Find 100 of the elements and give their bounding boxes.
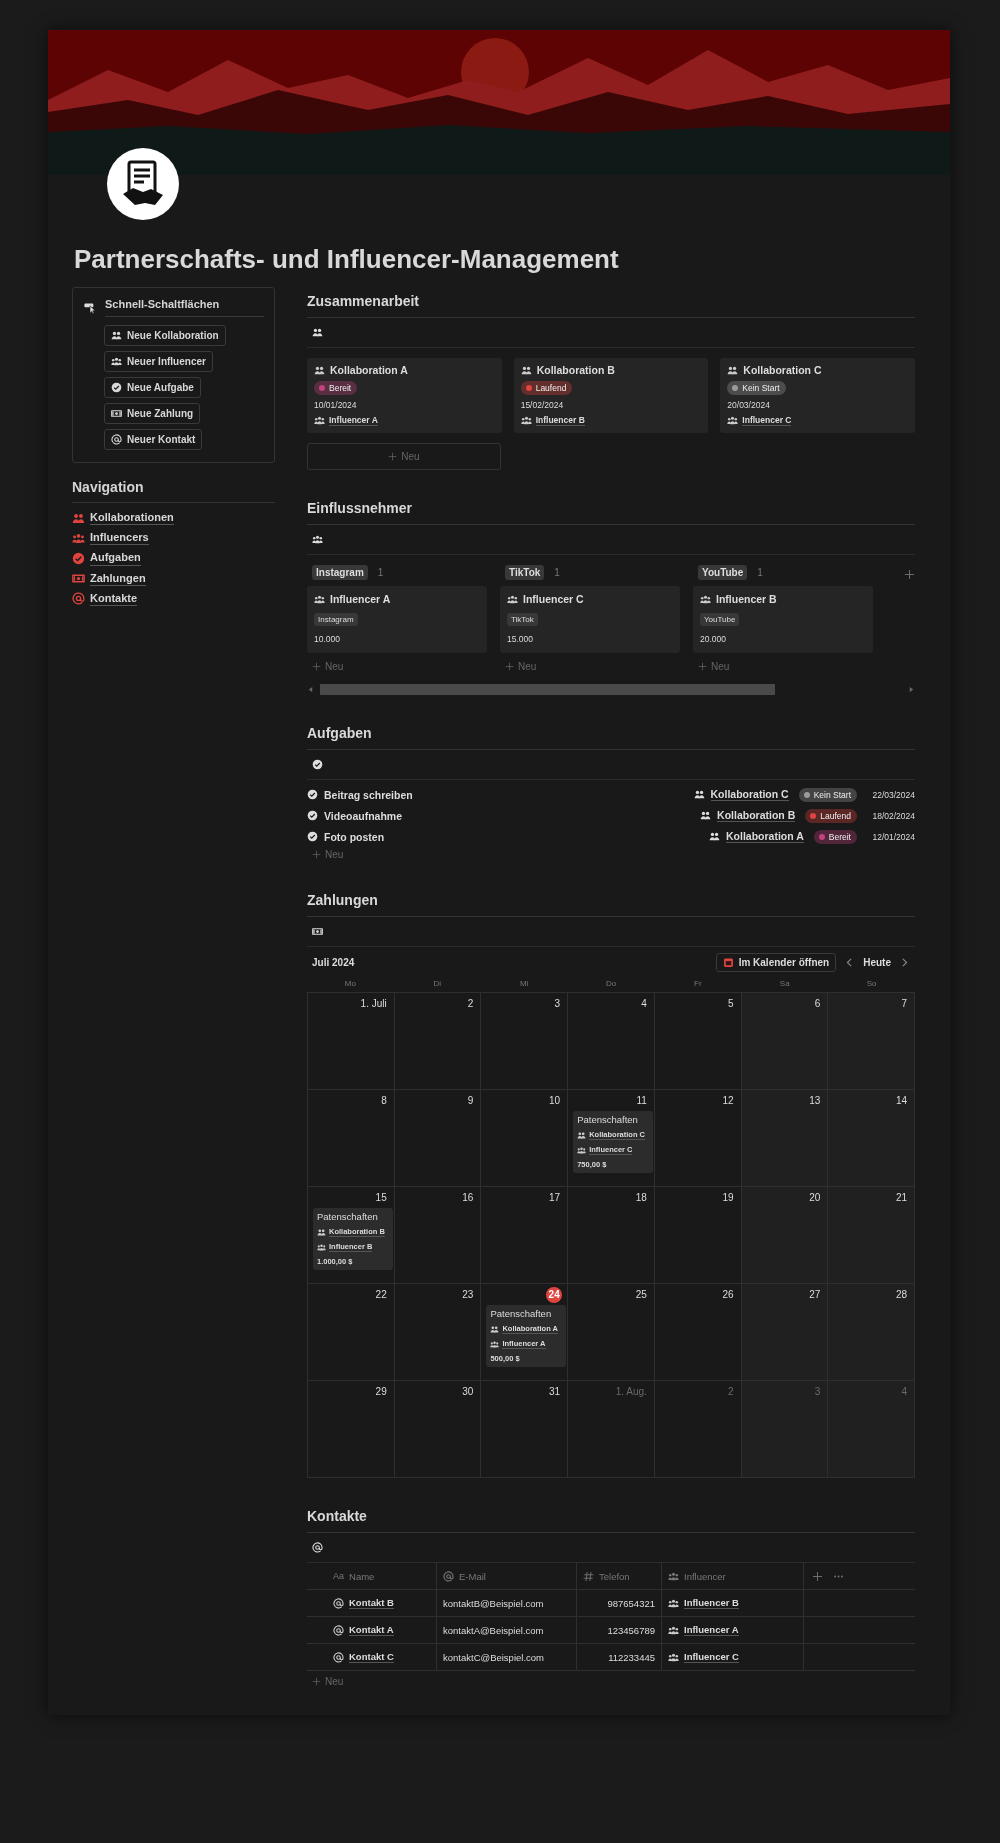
calendar-day-cell[interactable]: 8 [308,1090,395,1188]
plus-icon[interactable] [904,569,915,581]
calendar-day-cell[interactable]: 21 [828,1187,915,1285]
calendar-day-cell[interactable]: 1. Juli [308,993,395,1091]
contact-name[interactable]: Kontakt C [349,1651,394,1664]
check-circle-icon [307,831,318,843]
contact-name[interactable]: Kontakt A [349,1624,394,1637]
status-tag: Bereit [314,381,358,395]
group-icon [668,1570,679,1582]
calendar-day-cell[interactable]: 30 [394,1381,482,1479]
quick-action-button[interactable]: Neue Aufgabe [104,377,201,398]
calendar-day-cell[interactable]: 3 [481,993,569,1091]
day-number: 14 [894,1094,908,1109]
open-calendar-button[interactable]: Im Kalender öffnen [715,953,837,973]
calendar-day-cell[interactable]: 26 [654,1284,742,1382]
relation-link[interactable]: Influencer B [535,415,585,427]
calendar-day-cell[interactable]: 6 [741,993,829,1091]
column-header[interactable]: E-Mail [437,1563,577,1590]
phone-number: 123456789 [607,1624,655,1636]
nav-link[interactable]: Influencers [72,531,149,546]
calendar-day-cell[interactable]: 13 [741,1090,829,1188]
calendar-day-cell[interactable]: 12 [654,1090,742,1188]
column-header[interactable]: Influencer [662,1563,804,1590]
day-number: 2 [466,997,475,1012]
task-name[interactable]: Beitrag schreiben [324,788,413,801]
people-icon [693,789,705,801]
influencer-card[interactable]: Influencer B YouTube 20.000 [693,586,873,654]
cursor-icon [83,301,97,314]
calendar-day-cell[interactable]: 29 [308,1381,395,1479]
influencer-card[interactable]: Influencer A Instagram 10.000 [307,586,487,654]
scrollbar-thumb[interactable] [320,684,775,696]
plus-icon [505,662,514,672]
nav-link[interactable]: Aufgaben [72,551,141,566]
scroll-right-icon[interactable] [908,686,915,694]
task-date: 12/01/2024 [871,831,915,842]
nav-link[interactable]: Kollaborationen [72,511,174,526]
calendar-day-cell[interactable]: 27 [741,1284,829,1382]
day-number: 2 [727,1385,735,1400]
calendar-day-cell[interactable]: 20 [741,1187,829,1285]
people-icon [727,364,739,376]
calendar-day-cell[interactable]: 4 [568,993,655,1091]
day-number: 29 [374,1385,388,1400]
calendar-day-cell[interactable]: 14 [828,1090,915,1188]
task-name[interactable]: Foto posten [324,830,385,843]
group-icon [72,531,85,545]
calendar-day-cell[interactable]: 25 [568,1284,655,1382]
calendar-day-cell[interactable]: 28 [828,1284,915,1382]
relation-link[interactable]: Influencer C [742,415,792,427]
collaboration-card[interactable]: Kollaboration C Kein Start 20/03/2024 Influencer C [720,358,915,434]
calendar-day-cell[interactable]: 18 [568,1187,655,1285]
calendar-day-cell[interactable]: 17 [481,1187,569,1285]
relation-link[interactable]: Kollaboration A [726,829,804,844]
group-count: 1 [757,567,763,579]
day-number: 8 [380,1094,388,1109]
at-sign-icon [333,1651,344,1663]
follower-count: 10.000 [314,634,340,645]
day-number: 9 [466,1094,475,1109]
influencer-card[interactable]: Influencer C TikTok 15.000 [500,586,680,654]
banknote-icon [111,408,122,419]
relation-link[interactable]: Influencer A [684,1624,739,1637]
today-button[interactable]: Heute [863,957,891,969]
contact-name[interactable]: Kontakt B [349,1597,394,1610]
calendar-day-cell[interactable]: 9 [394,1090,482,1188]
relation-link[interactable]: Kollaboration C [710,787,789,802]
at-sign-icon [443,1570,454,1582]
panel-title: Schnell-Schaltflächen [105,298,264,317]
relation-link[interactable]: Influencer C [684,1651,739,1664]
task-date: 22/03/2024 [871,789,915,800]
nav-link[interactable]: Zahlungen [72,571,146,586]
card-title: Influencer A [330,593,391,606]
calendar-day-cell[interactable]: 31 [481,1381,569,1479]
plus-icon[interactable] [812,1570,823,1582]
calendar-day-cell[interactable]: 7 [828,993,915,1091]
quick-action-button[interactable]: Neue Kollaboration [104,325,226,346]
relation-link[interactable]: Influencer A [329,415,378,427]
column-header[interactable]: Aa Name [307,1563,437,1590]
quick-action-button[interactable]: Neuer Influencer [104,351,213,372]
nav-link[interactable]: Kontakte [72,591,138,606]
quick-action-button[interactable]: Neuer Kontakt [104,429,203,450]
calendar-day-cell[interactable]: 5 [654,993,742,1091]
calendar-day-cell[interactable]: 23 [394,1284,482,1382]
people-icon [490,1324,500,1334]
collaboration-card[interactable]: Kollaboration A Bereit 10/01/2024 Influencer A [307,358,502,434]
calendar-day-cell[interactable]: 10 [481,1090,569,1188]
relation-link[interactable]: Influencer B [684,1597,739,1610]
calendar-day-cell[interactable]: 22 [308,1284,395,1382]
quick-action-button[interactable]: Neue Zahlung [104,403,201,424]
relation-link[interactable]: Kollaboration B [717,808,796,823]
task-name[interactable]: Videoaufnahme [324,809,402,822]
group-icon [312,534,323,546]
card-date: 10/01/2024 [314,400,357,410]
day-number: 30 [461,1385,475,1400]
calendar-day-cell[interactable]: 2 [394,993,482,1091]
scroll-left-icon[interactable] [307,686,314,694]
calendar-day-cell[interactable]: 16 [394,1187,482,1285]
collaboration-card[interactable]: Kollaboration B Laufend 15/02/2024 Influencer B [513,358,709,434]
platform-tag: YouTube [700,613,740,627]
calendar-day-cell[interactable]: 19 [654,1187,742,1285]
column-header[interactable]: Telefon [577,1563,662,1590]
day-number: 24 [546,1287,563,1304]
